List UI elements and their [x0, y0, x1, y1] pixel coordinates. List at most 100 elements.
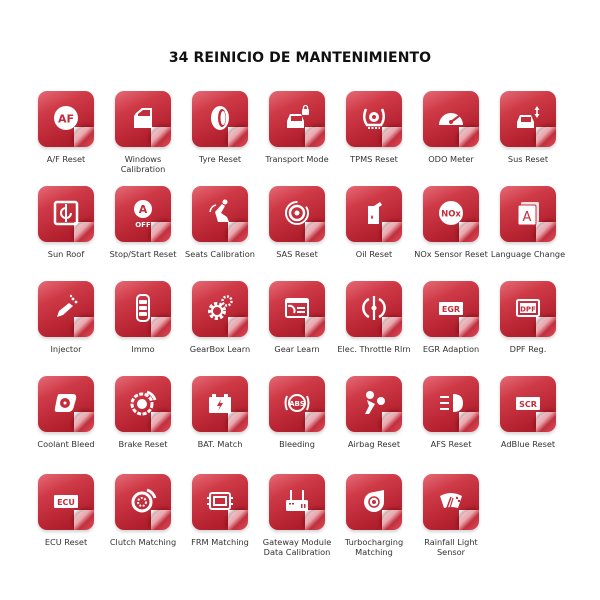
tyre-icon [199, 96, 241, 140]
tile-label: Windows Calibration [120, 154, 166, 174]
tile-icon-background[interactable]: ABS [269, 376, 325, 432]
abs-icon: ABS [276, 381, 318, 425]
function-tile[interactable]: ABS Bleeding [258, 376, 336, 449]
airbag-icon [353, 381, 395, 425]
dpf-icon: DPF [507, 286, 549, 330]
tile-icon-background[interactable]: EGR [423, 281, 479, 337]
function-tile[interactable]: GearBox Learn [181, 281, 259, 354]
function-tile[interactable]: Elec. Throttle Rlrn [335, 281, 413, 354]
function-tile[interactable]: DPF DPF Reg. [489, 281, 567, 354]
tile-icon-background[interactable] [346, 474, 402, 530]
tile-icon-background[interactable] [269, 186, 325, 242]
battery-icon [199, 381, 241, 425]
tile-icon-background[interactable] [423, 474, 479, 530]
function-tile[interactable]: Sus Reset [489, 91, 567, 164]
tile-icon-background[interactable]: DPF [500, 281, 556, 337]
tile-icon-background[interactable] [38, 376, 94, 432]
tile-icon-background[interactable] [192, 474, 248, 530]
function-tile[interactable]: Gateway Module Data Calibration [258, 474, 336, 557]
function-tile[interactable]: SCR AdBlue Reset [489, 376, 567, 449]
function-tile[interactable]: Clutch Matching [104, 474, 182, 547]
tile-icon-background[interactable] [346, 91, 402, 147]
tile-icon-background[interactable] [192, 376, 248, 432]
tile-icon-background[interactable] [423, 91, 479, 147]
tile-icon-background[interactable] [38, 281, 94, 337]
function-tile[interactable]: A OFF Stop/Start Reset [104, 186, 182, 259]
tile-icon-background[interactable]: SCR [500, 376, 556, 432]
function-tile[interactable]: Transport Mode [258, 91, 336, 164]
svg-text:SCR: SCR [519, 400, 537, 409]
svg-text:OFF: OFF [135, 221, 151, 228]
tile-label: Bleeding [279, 439, 315, 449]
tile-label: DPF Reg. [509, 344, 547, 354]
function-tile[interactable]: Gear Learn [258, 281, 336, 354]
car-suspension-icon [507, 96, 549, 140]
tile-icon-background[interactable] [192, 186, 248, 242]
auto-stop-off-icon: A OFF [122, 191, 164, 235]
function-tile[interactable]: TPMS Reset [335, 91, 413, 164]
brake-disc-icon [122, 381, 164, 425]
language-icon: A [507, 191, 549, 235]
tile-icon-background[interactable] [423, 376, 479, 432]
tile-icon-background[interactable]: A [500, 186, 556, 242]
tile-icon-background[interactable] [192, 91, 248, 147]
function-tile[interactable]: AFS Reset [412, 376, 490, 449]
key-fob-icon [122, 286, 164, 330]
tpms-icon [353, 96, 395, 140]
function-tile[interactable]: Coolant Bleed [27, 376, 105, 449]
tile-icon-background[interactable] [38, 186, 94, 242]
tile-icon-background[interactable] [346, 376, 402, 432]
function-tile[interactable]: Rainfall Light Sensor [412, 474, 490, 557]
function-tile[interactable]: Seats Calibration [181, 186, 259, 259]
tile-label: Brake Reset [118, 439, 168, 449]
function-tile[interactable]: A Language Change [489, 186, 567, 259]
tile-label: Airbag Reset [347, 439, 401, 449]
tile-label: ECU Reset [44, 537, 88, 547]
tile-icon-background[interactable] [115, 474, 171, 530]
function-tile[interactable]: SAS Reset [258, 186, 336, 259]
tile-icon-background[interactable]: ECU [38, 474, 94, 530]
tile-icon-background[interactable]: NOx [423, 186, 479, 242]
tile-icon-background[interactable] [115, 91, 171, 147]
tile-icon-background[interactable] [269, 91, 325, 147]
tile-icon-background[interactable] [346, 281, 402, 337]
function-tile[interactable]: Sun Roof [27, 186, 105, 259]
tile-icon-background[interactable] [346, 186, 402, 242]
function-tile[interactable]: AF A/F Reset [27, 91, 105, 164]
function-tile[interactable]: FRM Matching [181, 474, 259, 547]
function-tile[interactable]: Oil Reset [335, 186, 413, 259]
function-tile[interactable]: Tyre Reset [181, 91, 259, 164]
tile-label: Clutch Matching [109, 537, 177, 547]
function-tile[interactable]: Immo [104, 281, 182, 354]
function-tile[interactable]: Windows Calibration [104, 91, 182, 174]
svg-text:NOx: NOx [441, 210, 461, 220]
tile-icon-background[interactable] [115, 281, 171, 337]
tile-icon-background[interactable]: AF [38, 91, 94, 147]
tile-icon-background[interactable] [192, 281, 248, 337]
function-tile[interactable]: BAT. Match [181, 376, 259, 449]
tile-label: GearBox Learn [189, 344, 251, 354]
tile-label: Elec. Throttle Rlrn [337, 344, 411, 354]
function-tile[interactable]: Injector [27, 281, 105, 354]
wiper-rain-icon [430, 479, 472, 523]
tile-label: Tyre Reset [198, 154, 242, 164]
tile-label: Gear Learn [274, 344, 320, 354]
function-tile[interactable]: Brake Reset [104, 376, 182, 449]
tile-icon-background[interactable] [115, 376, 171, 432]
tile-label: Immo [131, 344, 155, 354]
function-tile[interactable]: ECU ECU Reset [27, 474, 105, 547]
function-tile[interactable]: NOx NOx Sensor Reset [412, 186, 490, 259]
tile-icon-background[interactable] [269, 474, 325, 530]
svg-text:A: A [523, 210, 532, 225]
svg-text:AF: AF [58, 113, 74, 126]
function-tile[interactable]: ODO Meter [412, 91, 490, 164]
tile-icon-background[interactable] [269, 281, 325, 337]
tile-label: BAT. Match [197, 439, 243, 449]
tile-icon-background[interactable] [500, 91, 556, 147]
function-tile[interactable]: EGR EGR Adaption [412, 281, 490, 354]
tile-label: Language Change [490, 249, 566, 259]
tile-label: Seats Calibration [185, 249, 255, 259]
function-tile[interactable]: Airbag Reset [335, 376, 413, 449]
function-tile[interactable]: Turbocharging Matching [335, 474, 413, 557]
tile-icon-background[interactable]: A OFF [115, 186, 171, 242]
